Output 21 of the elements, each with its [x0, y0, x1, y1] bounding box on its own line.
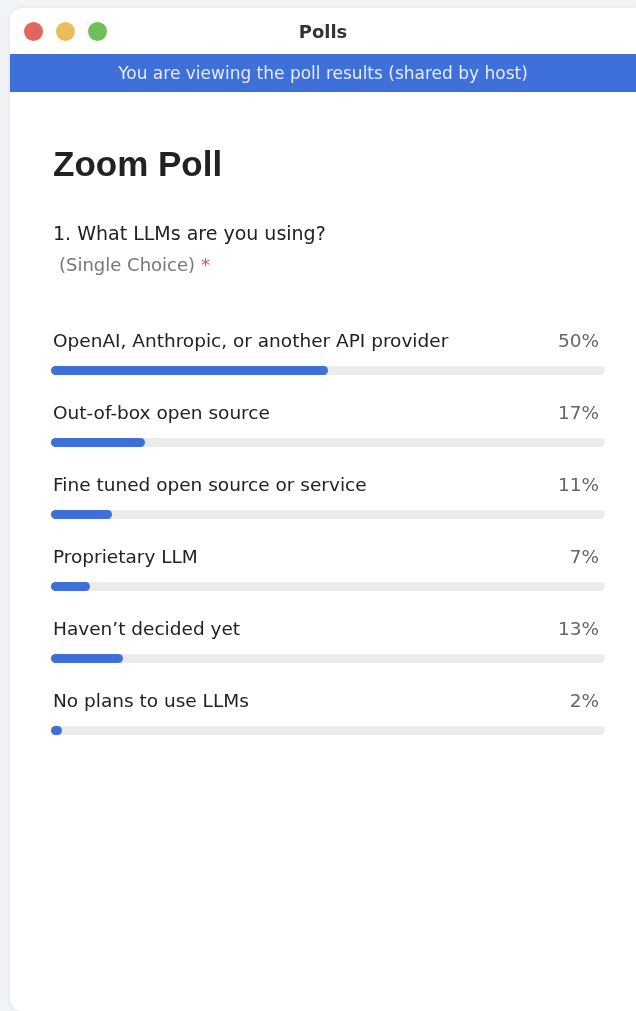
minimize-button[interactable] [56, 21, 75, 41]
required-mark: * [201, 254, 211, 275]
window-title: Polls [298, 20, 348, 42]
option-label: Haven’t decided yet [53, 618, 241, 639]
option-label: Fine tuned open source or service [53, 474, 367, 495]
option-label: No plans to use LLMs [53, 690, 249, 711]
option-percent: 50% [557, 330, 599, 351]
question-type: (Single Choice) [59, 254, 196, 275]
option-percent: 17% [557, 402, 599, 423]
option-label: Out-of-box open source [53, 402, 270, 423]
option-percent: 7% [569, 546, 599, 567]
close-button[interactable] [24, 21, 43, 41]
results-banner: You are viewing the poll results (shared by host) [10, 54, 636, 92]
poll-title: Zoom Poll [53, 144, 224, 184]
option-label: Proprietary LLM [53, 546, 198, 567]
option-percent: 2% [569, 690, 599, 711]
option-label: OpenAI, Anthropic, or another API provider [53, 330, 449, 351]
question-text: 1. What LLMs are you using? [53, 222, 327, 244]
option-percent: 11% [557, 474, 599, 495]
zoom-button[interactable] [88, 21, 107, 41]
option-percent: 13% [557, 618, 599, 639]
